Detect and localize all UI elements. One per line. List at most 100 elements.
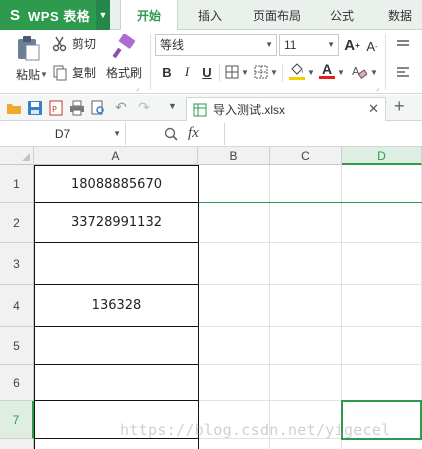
chevron-down-icon[interactable]: ▼ bbox=[337, 68, 345, 77]
cell-b8[interactable] bbox=[199, 439, 270, 449]
cell-c1[interactable] bbox=[270, 165, 342, 203]
document-tab[interactable]: 导入测试.xlsx ✕ bbox=[186, 97, 386, 121]
row-header-2[interactable]: 2 bbox=[0, 203, 34, 243]
cell-b6[interactable] bbox=[199, 365, 270, 401]
cell-b1[interactable] bbox=[199, 165, 270, 203]
row-header-7[interactable]: 7 bbox=[0, 401, 34, 439]
save-icon[interactable] bbox=[27, 100, 43, 116]
chevron-down-icon[interactable]: ▼ bbox=[370, 68, 378, 77]
select-all-corner[interactable] bbox=[0, 147, 34, 165]
shrink-font-button[interactable]: A- bbox=[363, 36, 381, 56]
align-left-button[interactable] bbox=[394, 62, 412, 82]
chevron-down-icon[interactable]: ▼ bbox=[307, 68, 315, 77]
cell-d4[interactable] bbox=[342, 285, 422, 327]
cell-b2[interactable] bbox=[199, 203, 270, 243]
cell-a3[interactable] bbox=[34, 243, 199, 285]
cut-button[interactable]: 剪切 bbox=[52, 35, 96, 52]
blog-watermark: https://blog.csdn.net/yigecel bbox=[120, 421, 391, 439]
cell-b5[interactable] bbox=[199, 327, 270, 365]
grow-font-button[interactable]: A + bbox=[343, 35, 361, 55]
cell-a1[interactable]: 18088885670 bbox=[34, 165, 199, 203]
tab-home[interactable]: 开始 bbox=[120, 0, 178, 31]
cell-c8[interactable] bbox=[270, 439, 342, 449]
column-header-a[interactable]: A bbox=[34, 147, 198, 165]
zoom-search-icon[interactable] bbox=[164, 127, 178, 141]
cell-c3[interactable] bbox=[270, 243, 342, 285]
cell-a5[interactable] bbox=[34, 327, 199, 365]
paintbrush-icon bbox=[112, 34, 136, 59]
cell-d2[interactable] bbox=[342, 203, 422, 243]
chevron-down-icon[interactable]: ▼ bbox=[241, 68, 249, 77]
column-header-c[interactable]: C bbox=[270, 147, 342, 165]
cell-c2[interactable] bbox=[270, 203, 342, 243]
dialog-launcher-icon[interactable]: ⌟ bbox=[136, 84, 139, 92]
cell-c4[interactable] bbox=[270, 285, 342, 327]
cell-d1[interactable] bbox=[342, 165, 422, 203]
formula-bar: D7 ▼ fx bbox=[0, 122, 422, 147]
font-name-select[interactable]: 等线 ▼ bbox=[155, 34, 277, 56]
row-header-3[interactable]: 3 bbox=[0, 243, 34, 285]
svg-text:P: P bbox=[52, 105, 57, 114]
align-top-button[interactable] bbox=[394, 35, 412, 55]
row-header-4[interactable]: 4 bbox=[0, 285, 34, 327]
row-header-5[interactable]: 5 bbox=[0, 327, 34, 365]
open-folder-icon[interactable] bbox=[6, 100, 22, 116]
ribbon-separator bbox=[150, 34, 151, 90]
cell-a2[interactable]: 33728991132 bbox=[34, 203, 199, 243]
cell-d5[interactable] bbox=[342, 327, 422, 365]
row-header-6[interactable]: 6 bbox=[0, 365, 34, 401]
chevron-down-icon[interactable]: ▼ bbox=[96, 0, 110, 30]
cell-b4[interactable] bbox=[199, 285, 270, 327]
column-header-b[interactable]: B bbox=[198, 147, 270, 165]
font-color-button[interactable]: A bbox=[318, 60, 336, 80]
paste-button[interactable]: 粘贴 bbox=[10, 34, 46, 90]
row-header-1[interactable]: 1 bbox=[0, 165, 34, 203]
column-header-d[interactable]: D bbox=[342, 147, 422, 165]
font-size-select[interactable]: 11 ▼ bbox=[279, 34, 339, 56]
spreadsheet-grid: A B C D 1 18088885670 2 33728991132 3 4 … bbox=[0, 147, 422, 449]
close-icon[interactable]: ✕ bbox=[368, 101, 379, 117]
fill-color-button[interactable] bbox=[288, 60, 306, 80]
insert-function-button[interactable]: fx bbox=[188, 125, 199, 142]
cell-d6[interactable] bbox=[342, 365, 422, 401]
export-pdf-icon[interactable]: P bbox=[48, 100, 64, 116]
table-style-icon bbox=[254, 65, 268, 79]
chevron-down-icon[interactable]: ▼ bbox=[113, 123, 121, 145]
customize-toolbar-icon[interactable]: ▼ bbox=[168, 101, 177, 111]
cell-c5[interactable] bbox=[270, 327, 342, 365]
document-name: 导入测试.xlsx bbox=[213, 103, 286, 117]
name-box[interactable]: D7 ▼ bbox=[0, 123, 126, 145]
print-preview-icon[interactable] bbox=[90, 100, 106, 116]
cell-d3[interactable] bbox=[342, 243, 422, 285]
chevron-down-icon[interactable]: ▼ bbox=[270, 68, 278, 77]
new-tab-plus-icon[interactable]: + bbox=[394, 96, 405, 117]
bold-button[interactable]: B bbox=[158, 62, 176, 82]
undo-icon[interactable]: ↶ bbox=[115, 99, 127, 116]
dialog-launcher-icon[interactable]: ⌟ bbox=[376, 84, 379, 92]
row-header-8[interactable] bbox=[0, 439, 34, 449]
print-icon[interactable] bbox=[69, 100, 85, 116]
font-name-value: 等线 bbox=[160, 38, 185, 52]
underline-button[interactable]: U bbox=[198, 62, 216, 82]
format-painter-button[interactable]: 格式刷 bbox=[106, 34, 142, 81]
cell-b3[interactable] bbox=[199, 243, 270, 285]
cell-a4[interactable]: 136328 bbox=[34, 285, 199, 327]
tab-data[interactable]: 数据 bbox=[378, 0, 422, 30]
cell-c6[interactable] bbox=[270, 365, 342, 401]
tab-page-layout[interactable]: 页面布局 bbox=[244, 0, 310, 30]
tab-insert[interactable]: 插入 bbox=[186, 0, 234, 30]
copy-button[interactable]: 复制 bbox=[52, 64, 96, 81]
clear-format-button[interactable]: A bbox=[350, 62, 368, 82]
redo-icon[interactable]: ↷ bbox=[138, 99, 150, 116]
shrink-font-icon: A bbox=[366, 38, 375, 54]
formula-input[interactable] bbox=[224, 123, 422, 145]
cell-style-button[interactable] bbox=[252, 62, 270, 82]
cell-a8[interactable] bbox=[34, 439, 199, 449]
cell-a6[interactable] bbox=[34, 365, 199, 401]
paste-dropdown-icon[interactable]: ▼ bbox=[40, 70, 48, 79]
app-menu-button[interactable]: S WPS 表格 ▼ bbox=[0, 0, 110, 30]
italic-button[interactable]: I bbox=[178, 62, 196, 82]
copy-label: 复制 bbox=[72, 66, 97, 80]
borders-button[interactable] bbox=[223, 62, 241, 82]
tab-formulas[interactable]: 公式 bbox=[318, 0, 366, 30]
